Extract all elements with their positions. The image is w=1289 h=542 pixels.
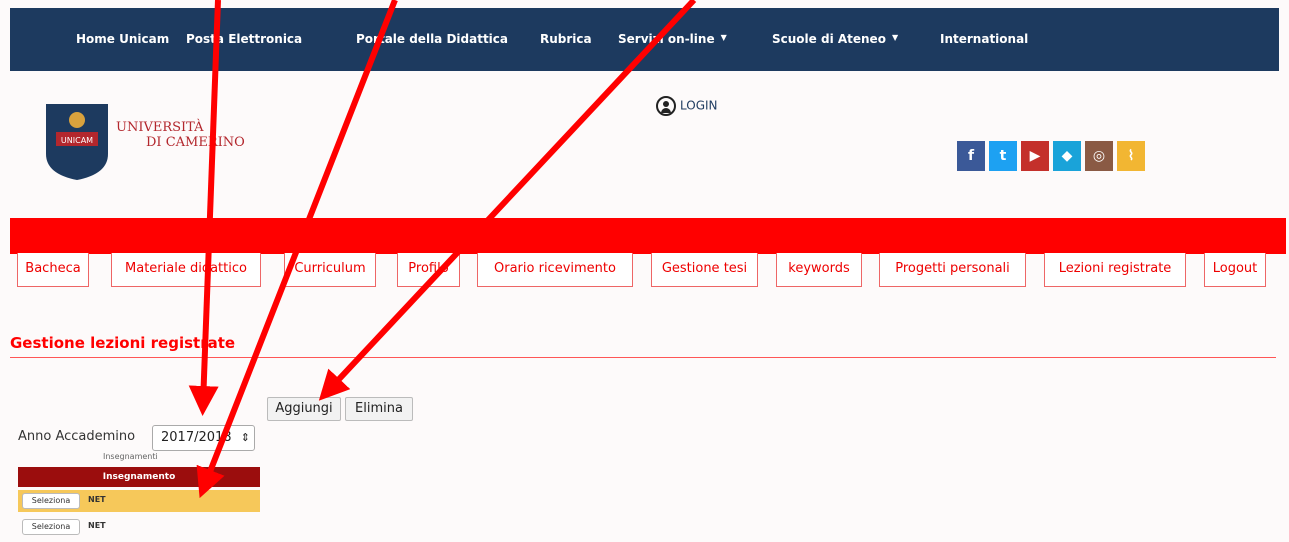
nav-posta-elettronica[interactable]: Posta Elettronica [186, 32, 302, 46]
nav-portale-didattica[interactable]: Portale della Didattica [356, 32, 508, 46]
nav-servizi-label: Servizi on-line [618, 32, 715, 46]
delete-button[interactable]: Elimina [345, 397, 413, 421]
tab-curriculum[interactable]: Curriculum [284, 253, 376, 287]
table-row: Seleziona NET [18, 490, 260, 512]
nav-servizi-online[interactable]: Servizi on-line ▼ [618, 32, 727, 46]
logo-line-2: DI CAMERINO [146, 135, 245, 150]
nav-scuole-label: Scuole di Ateneo [772, 32, 886, 46]
tab-lezioni-registrate[interactable]: Lezioni registrate [1044, 253, 1186, 287]
tab-logout[interactable]: Logout [1204, 253, 1266, 287]
login-label: LOGIN [680, 98, 718, 113]
dropbox-icon[interactable]: ◆ [1053, 141, 1081, 171]
university-shield-icon: UNICAM [46, 104, 108, 180]
anno-value: 2017/2018 [161, 430, 232, 445]
add-button[interactable]: Aggiungi [267, 397, 341, 421]
select-arrows-icon: ⇕ [240, 431, 250, 444]
rss-icon[interactable]: ⌇ [1117, 141, 1145, 171]
section-divider [10, 357, 1276, 358]
login-link[interactable]: LOGIN [656, 96, 718, 116]
logo-line-1: UNIVERSITÀ [116, 120, 204, 135]
anno-accademico-label: Anno Accademino [18, 429, 136, 444]
tab-orario-ricevimento[interactable]: Orario ricevimento [477, 253, 633, 287]
red-banner [10, 218, 1286, 254]
select-button[interactable]: Seleziona [22, 493, 80, 509]
tab-progetti-personali[interactable]: Progetti personali [879, 253, 1026, 287]
nav-scuole-ateneo[interactable]: Scuole di Ateneo ▼ [772, 32, 898, 46]
caret-down-icon: ▼ [891, 33, 899, 42]
caret-down-icon: ▼ [720, 33, 727, 42]
tab-keywords[interactable]: keywords [776, 253, 862, 287]
section-title: Gestione lezioni registrate [10, 334, 236, 352]
twitter-icon[interactable]: t [989, 141, 1017, 171]
tab-bacheca[interactable]: Bacheca [17, 253, 89, 287]
table-row: Seleziona NET [18, 516, 260, 538]
shield-text: UNICAM [61, 136, 93, 145]
tab-materiale-didattico[interactable]: Materiale didattico [111, 253, 261, 287]
nav-rubrica[interactable]: Rubrica [540, 32, 592, 46]
select-button[interactable]: Seleziona [22, 519, 80, 535]
top-navigation-bar: Home Unicam Posta Elettronica Portale de… [10, 8, 1279, 71]
anno-accademico-select[interactable]: 2017/2018 ⇕ [152, 425, 255, 451]
table-header: Insegnamento [18, 467, 260, 487]
table-caption: Insegnamenti [103, 452, 158, 461]
course-name: NET [88, 521, 106, 530]
logo-wordmark: UNIVERSITÀ DI CAMERINO [116, 120, 245, 150]
course-name: NET [88, 495, 106, 504]
university-logo[interactable]: UNICAM UNIVERSITÀ DI CAMERINO [44, 102, 274, 182]
youtube-icon[interactable]: ▶ [1021, 141, 1049, 171]
nav-home-unicam[interactable]: Home Unicam [76, 32, 169, 46]
user-icon [656, 96, 676, 116]
tab-profilo[interactable]: Profilo [397, 253, 460, 287]
facebook-icon[interactable]: f [957, 141, 985, 171]
tab-gestione-tesi[interactable]: Gestione tesi [651, 253, 758, 287]
instagram-icon[interactable]: ◎ [1085, 141, 1113, 171]
nav-international[interactable]: International [940, 32, 1028, 46]
